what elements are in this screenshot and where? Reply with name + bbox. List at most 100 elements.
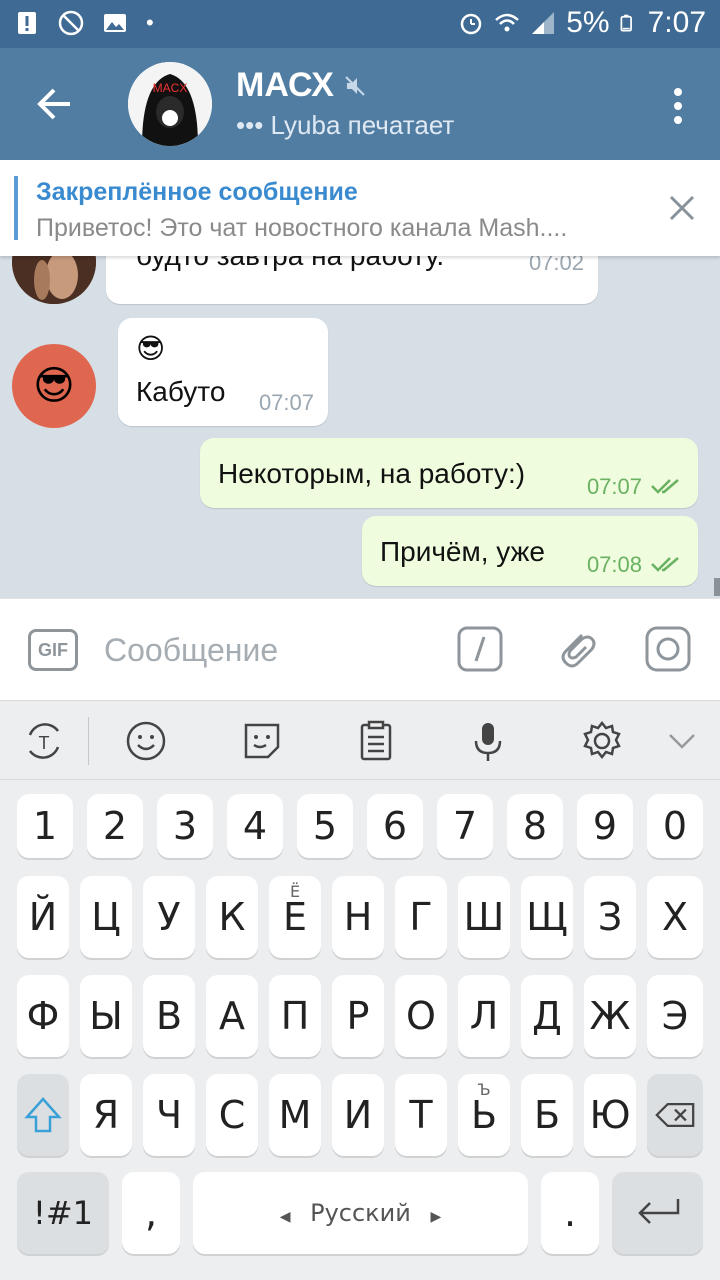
key-0[interactable]: 0 (647, 794, 703, 858)
typing-status: ••• Lyuba печатает (236, 110, 455, 140)
key-letter[interactable]: У (143, 876, 195, 958)
key-letter[interactable]: И (332, 1074, 384, 1156)
translate-icon[interactable]: T (22, 719, 66, 763)
backspace-key[interactable] (647, 1074, 703, 1156)
mute-notification-icon (58, 10, 84, 36)
chat-area[interactable]: будто завтра на работу. 07:02 😎 😎 Кабуто… (0, 256, 720, 598)
chat-title[interactable]: МАСХ (236, 66, 366, 105)
chat-avatar[interactable]: MACX (128, 62, 212, 146)
message-bubble-outgoing[interactable]: Причём, уже 07:08 (362, 516, 698, 586)
avatar-logo-text: MACX (153, 81, 188, 95)
enter-key[interactable] (612, 1172, 703, 1254)
camera-icon[interactable] (644, 625, 692, 673)
scroll-indicator[interactable] (714, 578, 720, 596)
key-letter[interactable]: ЁЕ (269, 876, 321, 958)
period-key[interactable]: . (541, 1172, 599, 1254)
smiley-icon[interactable] (124, 719, 168, 763)
key-letter[interactable]: Щ (521, 876, 573, 958)
key-7[interactable]: 7 (437, 794, 493, 858)
key-letter[interactable]: П (269, 975, 321, 1057)
message-emoji: 😎 (136, 333, 166, 364)
pinned-message-bar[interactable]: Закреплённое сообщение Приветос! Это чат… (0, 160, 720, 256)
alarm-icon (461, 13, 482, 35)
message-bubble[interactable]: 😎 Кабуто 07:07 (118, 318, 328, 426)
key-letter[interactable]: Л (458, 975, 510, 1057)
key-letter[interactable]: Г (395, 876, 447, 958)
message-text: Кабуто (136, 376, 226, 407)
sender-avatar[interactable] (12, 256, 96, 304)
enter-return-icon (638, 1199, 680, 1224)
key-letter[interactable]: Ы (80, 975, 132, 1057)
pinned-accent-line (14, 176, 18, 240)
message-input[interactable] (104, 627, 434, 673)
read-checkmarks-icon (651, 557, 679, 572)
key-letter[interactable]: С (206, 1074, 258, 1156)
close-icon[interactable] (668, 194, 696, 222)
toolbar-divider (88, 717, 89, 765)
backspace-icon (655, 1102, 695, 1128)
pinned-title: Закреплённое сообщение (36, 178, 358, 206)
key-letter[interactable]: Н (332, 876, 384, 958)
key-letter[interactable]: З (584, 876, 636, 958)
key-letter[interactable]: Э (647, 975, 703, 1057)
bot-commands-icon[interactable] (456, 625, 504, 673)
key-letter[interactable]: Х (647, 876, 703, 958)
symbols-key[interactable]: !#1 (17, 1172, 109, 1254)
shift-key[interactable] (17, 1074, 69, 1156)
space-key[interactable]: ◀ Русский ▶ (193, 1172, 528, 1254)
key-letter[interactable]: В (143, 975, 195, 1057)
message-bubble[interactable]: будто завтра на работу. 07:02 (106, 256, 598, 304)
image-icon (104, 14, 126, 32)
key-9[interactable]: 9 (577, 794, 633, 858)
key-letter[interactable]: Ц (80, 876, 132, 958)
alert-icon (18, 12, 36, 34)
key-5[interactable]: 5 (297, 794, 353, 858)
keyboard: 1 2 3 4 5 6 7 8 9 0 Й Ц У К ЁЕ Н Г Ш Щ З… (0, 780, 720, 1280)
message-text: Причём, уже (380, 536, 545, 567)
attach-paperclip-icon[interactable] (552, 625, 600, 673)
message-time: 07:07 (258, 390, 314, 415)
key-1[interactable]: 1 (17, 794, 73, 858)
key-letter[interactable]: Ж (584, 975, 636, 1057)
key-letter[interactable]: Р (332, 975, 384, 1057)
key-letter[interactable]: Ф (17, 975, 69, 1057)
key-3[interactable]: 3 (157, 794, 213, 858)
sender-avatar-emoji: 😎 (33, 364, 75, 408)
clipboard-icon[interactable] (354, 719, 398, 763)
battery-percent: 5% (566, 6, 610, 39)
key-letter[interactable]: Ш (458, 876, 510, 958)
chat-title-text: МАСХ (236, 66, 334, 104)
sticker-icon[interactable] (240, 719, 284, 763)
key-4[interactable]: 4 (227, 794, 283, 858)
key-letter[interactable]: Я (80, 1074, 132, 1156)
more-options-icon[interactable] (672, 86, 684, 126)
back-arrow-icon[interactable] (32, 82, 76, 126)
key-letter[interactable]: О (395, 975, 447, 1057)
key-letter[interactable]: Ч (143, 1074, 195, 1156)
key-letter[interactable]: Д (521, 975, 573, 1057)
settings-gear-icon[interactable] (580, 719, 624, 763)
space-language-label: Русский (310, 1199, 411, 1227)
read-checkmarks-icon (651, 479, 679, 494)
key-letter[interactable]: Б (521, 1074, 573, 1156)
chevron-down-icon[interactable] (660, 719, 704, 763)
key-2[interactable]: 2 (87, 794, 143, 858)
pinned-text: Приветос! Это чат новостного канала Mash… (36, 214, 568, 242)
key-8[interactable]: 8 (507, 794, 563, 858)
key-letter[interactable]: ЪЬ (458, 1074, 510, 1156)
battery-icon (620, 14, 632, 32)
key-letter[interactable]: Й (17, 876, 69, 958)
key-letter[interactable]: Т (395, 1074, 447, 1156)
key-letter[interactable]: Ю (584, 1074, 636, 1156)
language-right-icon: ▶ (430, 1209, 442, 1225)
key-letter[interactable]: А (206, 975, 258, 1057)
comma-key[interactable]: , (122, 1172, 180, 1254)
key-letter[interactable]: М (269, 1074, 321, 1156)
key-letter[interactable]: К (206, 876, 258, 958)
message-bubble-outgoing[interactable]: Некоторым, на работу:) 07:07 (200, 438, 698, 508)
sender-avatar[interactable]: 😎 (12, 344, 96, 428)
gif-button[interactable]: GIF (28, 629, 78, 671)
key-6[interactable]: 6 (367, 794, 423, 858)
signal-icon (532, 12, 555, 34)
microphone-icon[interactable] (466, 719, 510, 763)
